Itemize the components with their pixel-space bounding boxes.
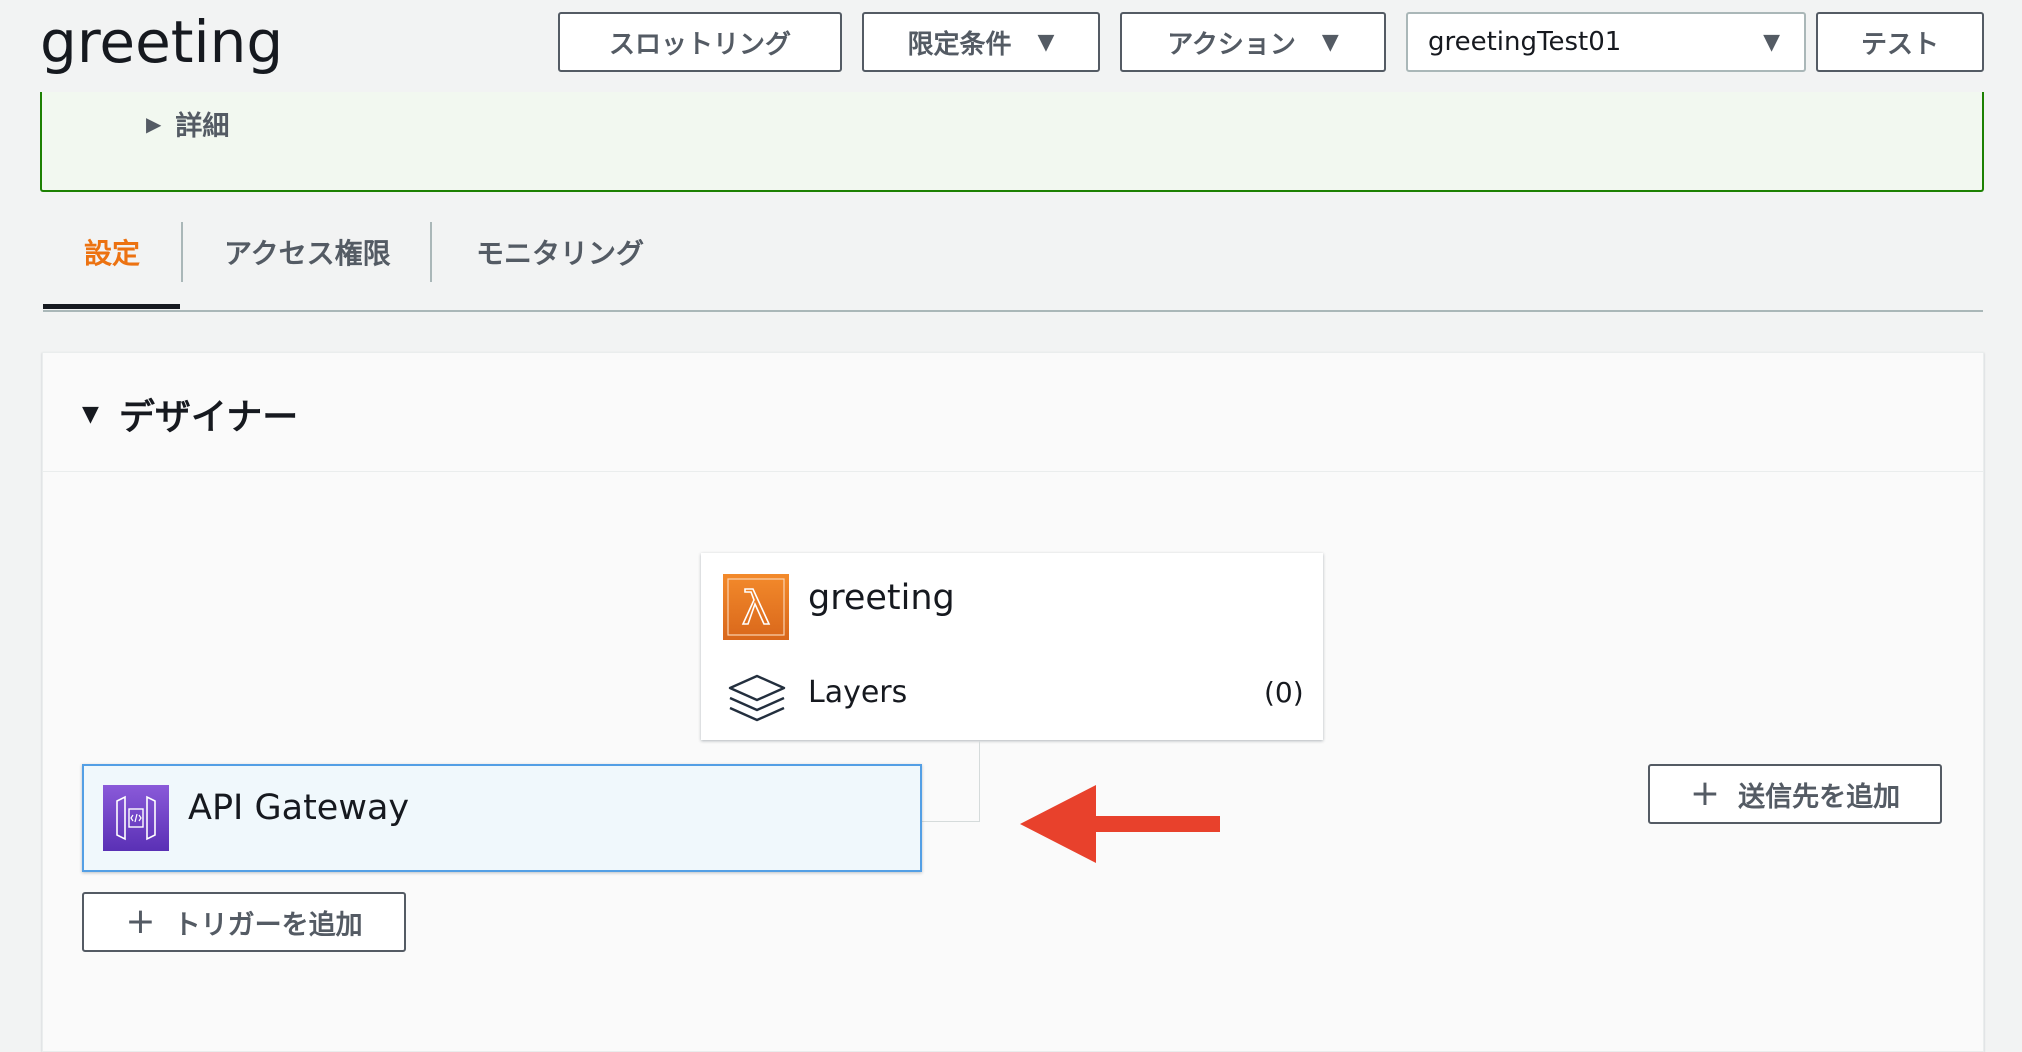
tab-monitoring-label: モニタリング	[476, 237, 645, 270]
layers-count: (0)	[1264, 676, 1304, 709]
lambda-icon	[723, 574, 789, 640]
caret-down-icon: ▼	[1321, 29, 1339, 55]
tab-divider	[430, 222, 432, 282]
caret-down-icon: ▼	[1763, 29, 1780, 55]
actions-dropdown[interactable]: アクション ▼	[1120, 12, 1386, 72]
actions-label: アクション	[1167, 29, 1296, 60]
caret-down-icon: ▼	[1037, 29, 1055, 55]
throttling-label: スロットリング	[608, 29, 791, 60]
caret-right-icon: ▶	[146, 111, 162, 136]
tab-permissions-label: アクセス権限	[224, 237, 391, 270]
plus-icon: +	[1689, 773, 1721, 814]
function-card[interactable]	[701, 553, 1323, 740]
layers-label[interactable]: Layers	[808, 672, 907, 714]
function-info-alert	[40, 92, 1984, 192]
test-button[interactable]: テスト	[1816, 12, 1984, 72]
details-label: 詳細	[175, 111, 230, 142]
tab-configuration[interactable]: 設定	[84, 206, 140, 298]
function-name: greeting	[808, 578, 955, 618]
tab-monitoring[interactable]: モニタリング	[476, 206, 644, 298]
add-trigger-button[interactable]: + トリガーを追加	[82, 892, 406, 952]
details-toggle[interactable]: ▶ 詳細	[146, 104, 229, 143]
page-title: greeting	[40, 8, 284, 76]
caret-down-icon: ▼	[82, 401, 99, 427]
qualifiers-dropdown[interactable]: 限定条件 ▼	[862, 12, 1100, 72]
tab-divider	[181, 222, 183, 282]
add-destination-button[interactable]: + 送信先を追加	[1648, 764, 1942, 824]
active-tab-indicator	[43, 304, 180, 309]
plus-icon: +	[125, 901, 156, 942]
trigger-connector	[920, 741, 980, 822]
designer-toggle[interactable]: ▼ デザイナー	[82, 388, 298, 440]
tab-permissions[interactable]: アクセス権限	[224, 206, 391, 298]
test-event-value: greetingTest01	[1428, 27, 1622, 57]
add-trigger-label: トリガーを追加	[173, 909, 363, 941]
qualifiers-label: 限定条件	[907, 29, 1012, 60]
api-gateway-icon	[103, 785, 169, 851]
test-label: テスト	[1860, 29, 1939, 60]
tab-configuration-label: 設定	[84, 237, 141, 270]
layers-icon	[726, 672, 788, 726]
annotation-arrow-icon	[1020, 785, 1224, 863]
add-destination-label: 送信先を追加	[1738, 781, 1901, 813]
throttling-button[interactable]: スロットリング	[558, 12, 842, 72]
trigger-name: API Gateway	[188, 788, 410, 828]
designer-title: デザイナー	[118, 397, 299, 438]
designer-panel-header	[42, 352, 1984, 472]
test-event-select[interactable]: greetingTest01 ▼	[1406, 12, 1806, 72]
